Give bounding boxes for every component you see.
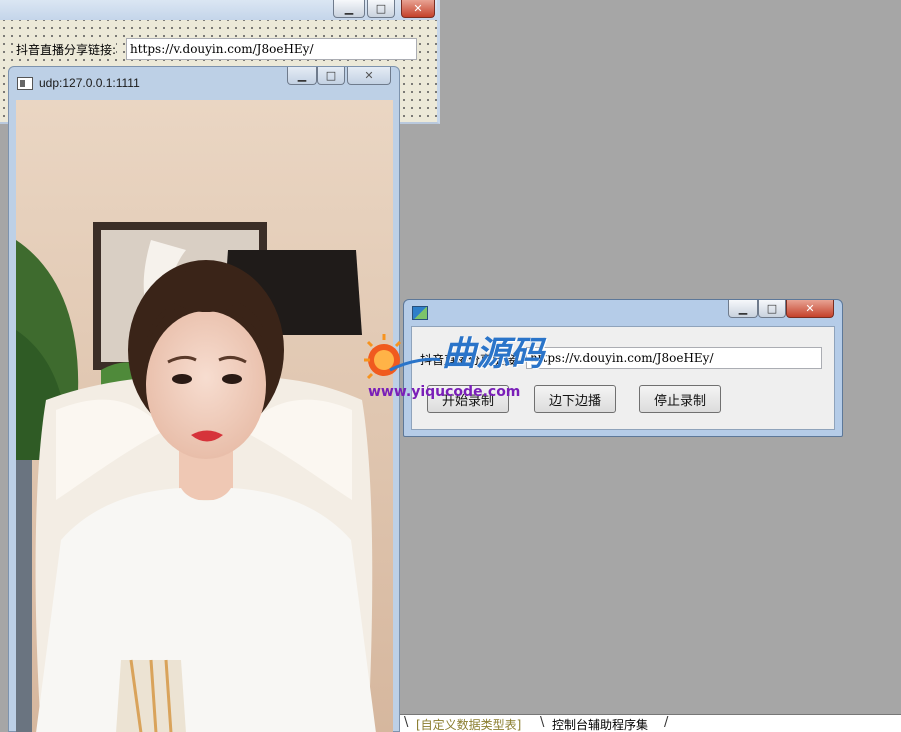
maximize-icon[interactable]: □ bbox=[317, 67, 345, 85]
video-window-title: udp:127.0.0.1:1111 bbox=[39, 76, 140, 90]
sun-logo-icon bbox=[364, 334, 440, 380]
tab-console-helpers[interactable]: 控制台辅助程序集 bbox=[552, 716, 648, 732]
video-frame-image bbox=[16, 100, 393, 732]
video-titlebar: udp:127.0.0.1:1111 ▁ □ ✕ bbox=[9, 67, 399, 99]
minimize-icon[interactable]: ▁ bbox=[333, 0, 365, 18]
close-icon[interactable]: ✕ bbox=[347, 67, 391, 85]
ide-tab-strip: \ [自定义数据类型表] \ 控制台辅助程序集 / bbox=[400, 714, 901, 732]
watermark-url: www.yiqucode.com bbox=[368, 384, 521, 400]
designer-link-label: 抖音直播分享链接: bbox=[16, 40, 117, 59]
maximize-icon[interactable]: □ bbox=[367, 0, 395, 18]
tab-separator: \ bbox=[404, 715, 409, 730]
minimize-icon[interactable]: ▁ bbox=[728, 300, 758, 318]
video-player-window: udp:127.0.0.1:1111 ▁ □ ✕ bbox=[8, 66, 400, 732]
watermark-brand: 曲源码 bbox=[442, 334, 544, 374]
designer-titlebar: ▁ □ ✕ bbox=[0, 0, 437, 20]
designer-url-input[interactable]: https://v.douyin.com/J8oeHEy/ bbox=[126, 38, 417, 60]
close-icon[interactable]: ✕ bbox=[786, 300, 834, 318]
close-icon[interactable]: ✕ bbox=[401, 0, 435, 18]
maximize-icon[interactable]: □ bbox=[758, 300, 786, 318]
tab-separator: \ bbox=[540, 715, 545, 730]
tab-custom-data-types[interactable]: [自定义数据类型表] bbox=[416, 716, 521, 732]
stop-recording-button[interactable]: 停止录制 bbox=[639, 385, 721, 413]
share-link-input[interactable]: https://v.douyin.com/J8oeHEy/ bbox=[526, 347, 822, 369]
site-watermark: 曲源码 www.yiqucode.com bbox=[360, 326, 550, 404]
video-stream-frame bbox=[16, 100, 393, 732]
minimize-icon[interactable]: ▁ bbox=[287, 67, 317, 85]
player-app-icon bbox=[17, 77, 33, 90]
recorder-titlebar: ▁ □ ✕ bbox=[404, 300, 842, 326]
app-icon bbox=[412, 306, 428, 320]
tab-separator: / bbox=[664, 715, 669, 730]
